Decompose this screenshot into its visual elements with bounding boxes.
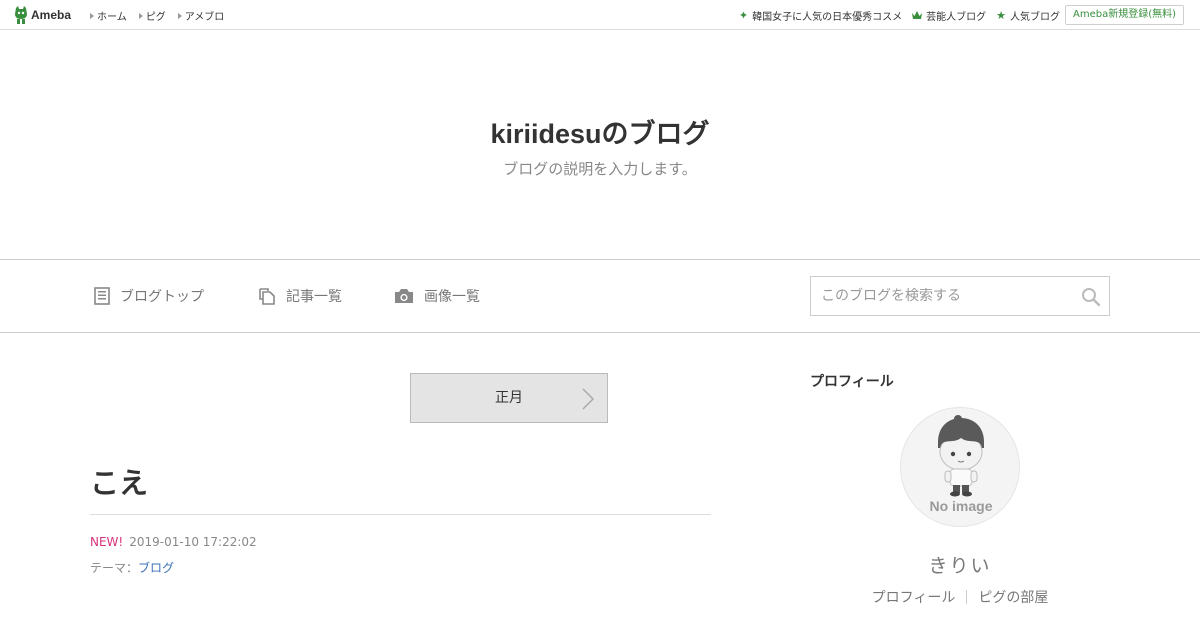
blog-nav-bar: ブログトップ 記事一覧 画像一覧	[0, 259, 1200, 333]
top-link-popular-blog[interactable]: ★ 人気ブログ	[996, 8, 1060, 24]
blog-search	[810, 276, 1110, 316]
entry-date: 2019-01-10 17:22:02	[129, 535, 257, 549]
top-nav-pigg[interactable]: ピグ	[138, 8, 166, 23]
entry-title[interactable]: こえ	[90, 460, 148, 502]
top-header: Ameba ホーム ピグ アメブロ ✦ 韓国女子に人気の日本優秀コスメ 芸能人ブ…	[0, 0, 1200, 30]
ameba-logo[interactable]: Ameba	[14, 6, 71, 24]
top-link-label: 芸能人ブログ	[926, 12, 987, 23]
blog-description: ブログの説明を入力します。	[503, 160, 697, 178]
logo-text: Ameba	[31, 8, 72, 22]
blog-title[interactable]: kiriidesuのブログ	[0, 112, 1200, 151]
register-button[interactable]: Ameba新規登録(無料)	[1064, 5, 1184, 25]
copy-icon	[259, 288, 275, 305]
avatar[interactable]: No image	[900, 407, 1020, 527]
nav-entry-list[interactable]: 記事一覧	[258, 286, 342, 306]
triangle-right-icon	[90, 12, 94, 19]
nav-label: 画像一覧	[424, 289, 480, 305]
document-icon	[94, 287, 110, 305]
theme-link[interactable]: ブログ	[138, 561, 174, 575]
pigg-room-link[interactable]: ピグの部屋	[967, 587, 1059, 607]
avatar-placeholder-text: No image	[929, 498, 993, 514]
star-icon: ★	[996, 8, 1006, 22]
divider	[90, 514, 711, 515]
top-link-celebrity-blog[interactable]: 芸能人ブログ	[912, 8, 986, 23]
camera-icon	[395, 289, 413, 303]
top-nav-label: ピグ	[145, 12, 166, 23]
top-nav-home[interactable]: ホーム	[90, 8, 127, 23]
crown-icon	[912, 11, 923, 19]
profile-name[interactable]: きりい	[810, 551, 1110, 578]
ameba-mascot-icon	[15, 6, 27, 24]
top-link-cosme[interactable]: ✦ 韓国女子に人気の日本優秀コスメ	[738, 8, 903, 24]
new-badge: NEW!	[90, 535, 124, 549]
theme-prefix: テーマ：	[90, 561, 139, 575]
top-nav-label: アメブロ	[184, 12, 225, 23]
profile-link[interactable]: プロフィール	[861, 587, 967, 607]
nav-blog-top[interactable]: ブログトップ	[94, 286, 204, 306]
profile-heading: プロフィール	[810, 374, 894, 390]
top-nav-ameblo[interactable]: アメブロ	[177, 8, 225, 23]
top-nav-label: ホーム	[97, 12, 127, 23]
nav-label: 記事一覧	[286, 289, 342, 305]
chevron-right-icon	[582, 388, 595, 410]
theme-next-button[interactable]: 正月	[410, 373, 608, 423]
top-link-label: 韓国女子に人気の日本優秀コスメ	[752, 12, 903, 23]
profile-links: プロフィール ピグの部屋	[810, 587, 1110, 607]
sparkle-icon: ✦	[738, 8, 749, 22]
triangle-right-icon	[177, 12, 182, 19]
triangle-right-icon	[138, 12, 143, 19]
entry-meta: NEW! 2019-01-10 17:22:02	[90, 535, 257, 549]
search-input[interactable]	[811, 277, 1071, 315]
top-nav: ホーム ピグ アメブロ	[90, 8, 224, 23]
entry-theme: テーマ：ブログ	[90, 559, 174, 576]
top-link-label: 人気ブログ	[1010, 12, 1060, 23]
theme-button-label: 正月	[495, 390, 523, 406]
nav-image-list[interactable]: 画像一覧	[394, 286, 480, 306]
nav-label: ブログトップ	[120, 289, 204, 305]
top-right-links: ✦ 韓国女子に人気の日本優秀コスメ 芸能人ブログ ★ 人気ブログ	[738, 8, 1060, 24]
search-icon[interactable]	[1081, 287, 1101, 307]
